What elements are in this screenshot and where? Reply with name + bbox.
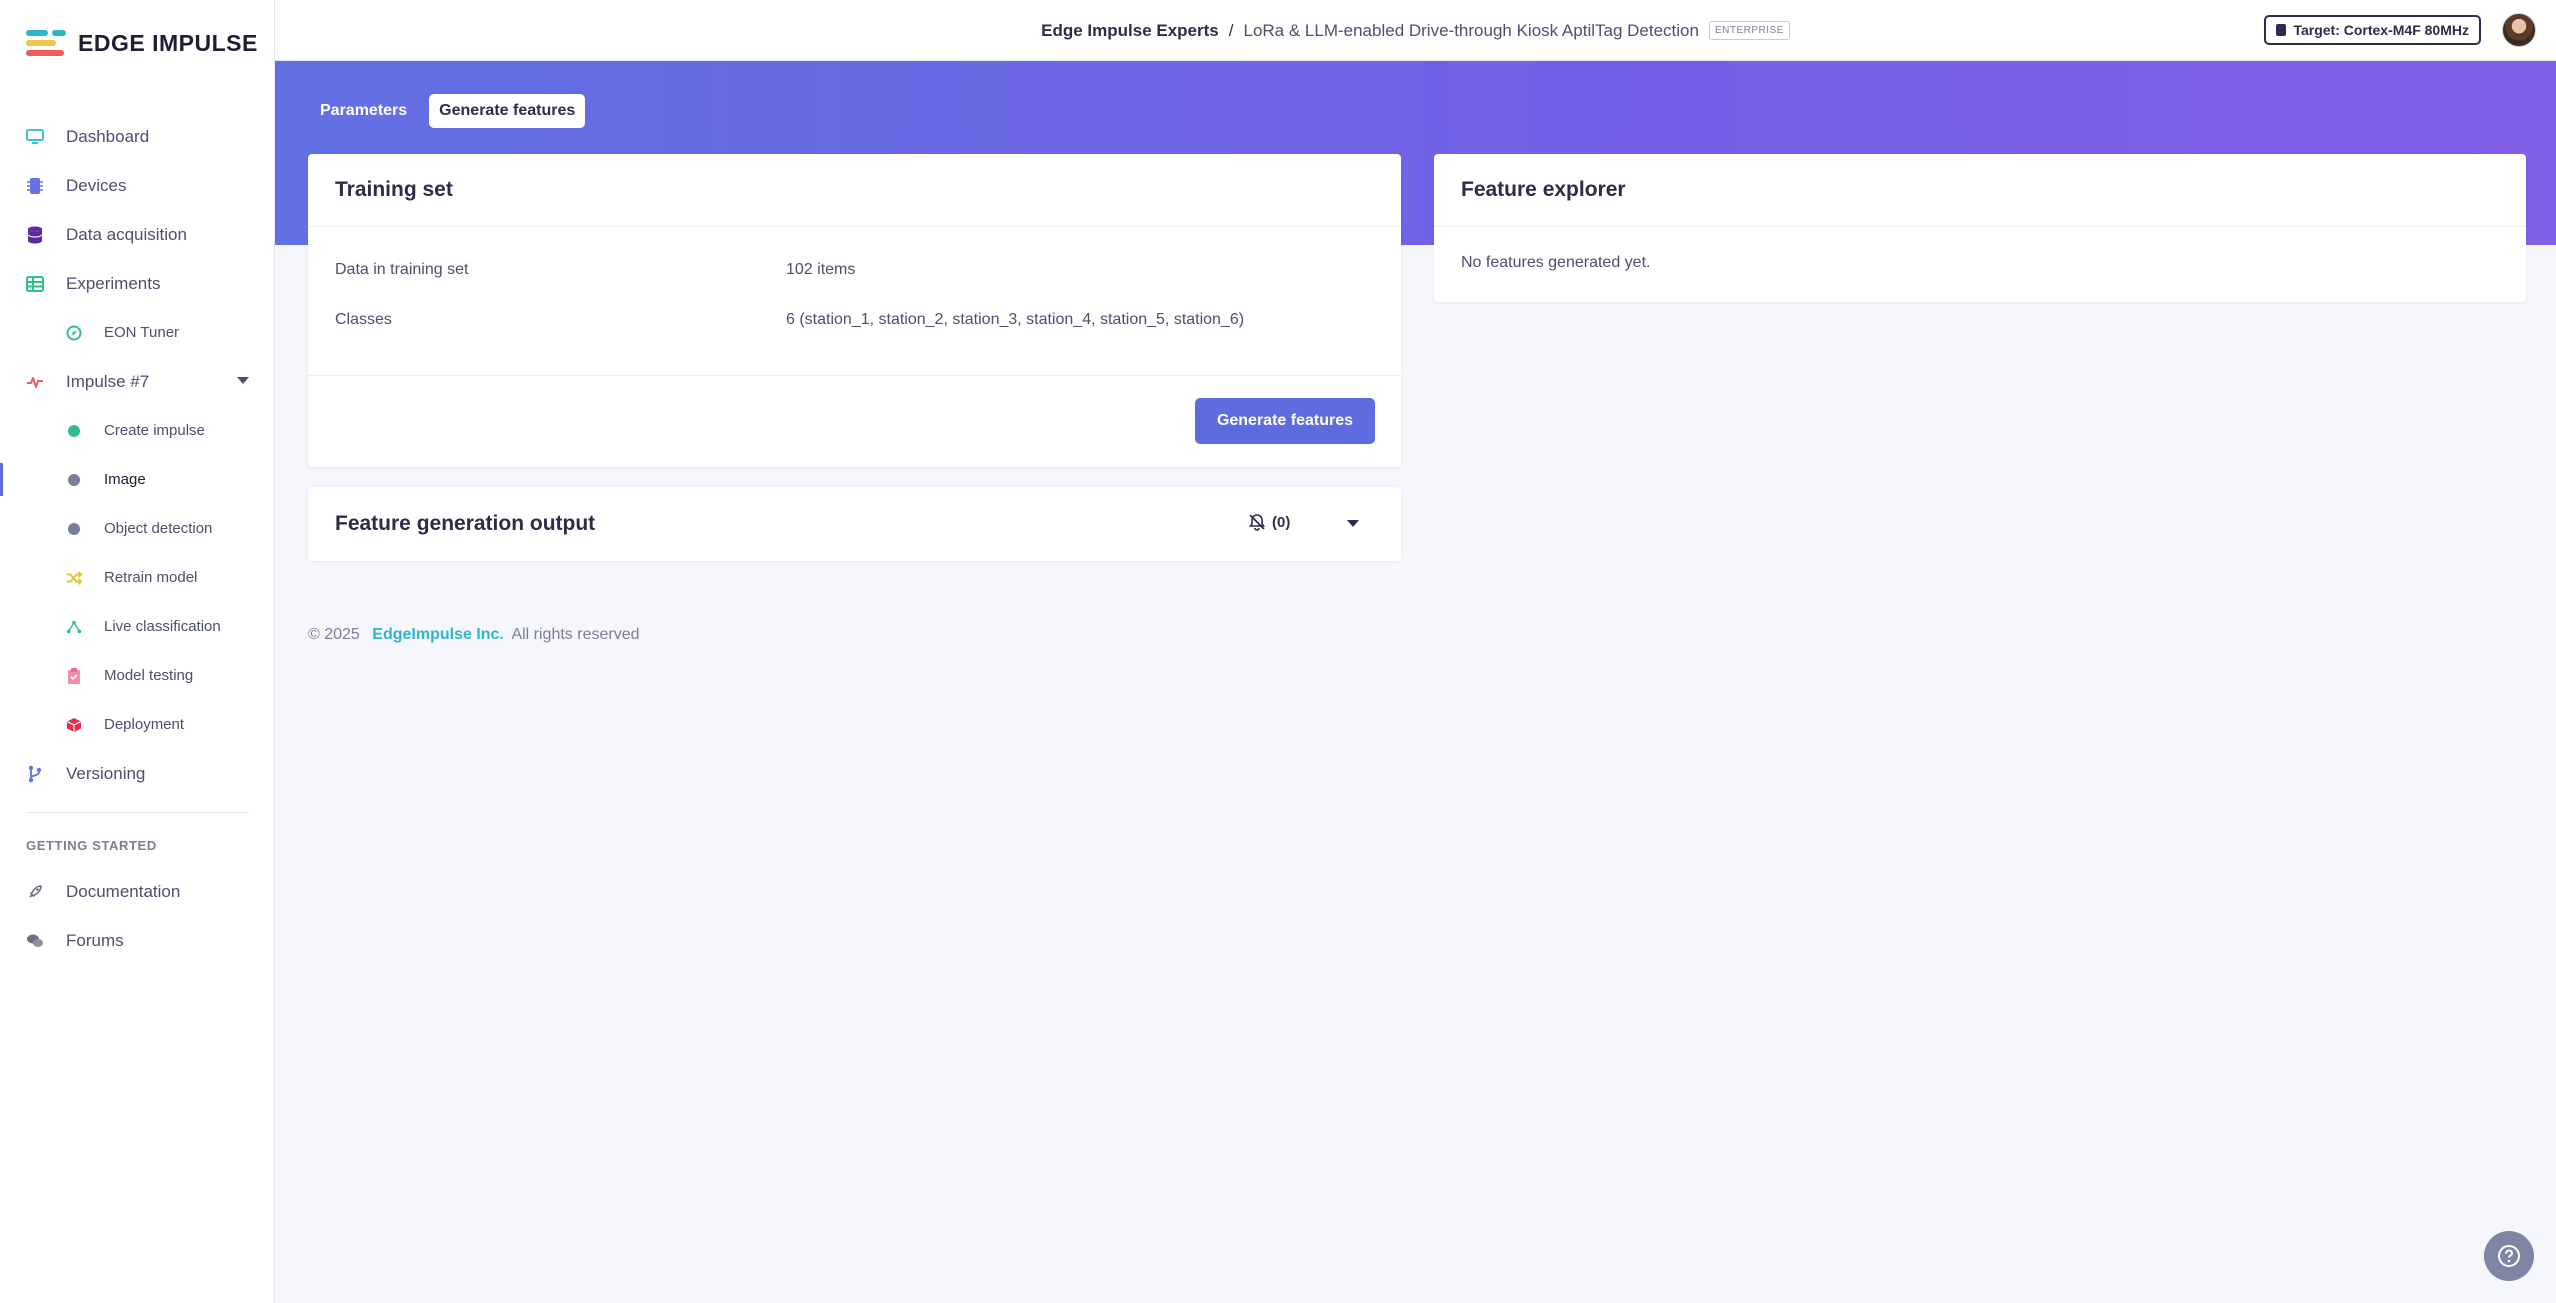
sidebar-item-experiments[interactable]: Experiments <box>0 259 275 308</box>
tab-parameters[interactable]: Parameters <box>310 94 417 128</box>
sidebar-item-label: Forums <box>66 930 124 950</box>
sidebar-item-retrain-model[interactable]: Retrain model <box>0 553 275 602</box>
breadcrumb-org[interactable]: Edge Impulse Experts <box>1041 21 1219 41</box>
footer-copyright: © 2025 <box>308 626 360 643</box>
sidebar-item-image[interactable]: Image <box>0 455 275 504</box>
feature-output-card: Feature generation output (0) <box>308 487 1401 561</box>
target-label: Target: Cortex-M4F 80MHz <box>2293 22 2469 38</box>
card-divider <box>308 375 1401 376</box>
logo[interactable]: EDGE IMPULSE <box>26 26 258 60</box>
sidebar-item-label: Image <box>104 471 146 488</box>
chevron-down-icon[interactable] <box>237 377 249 384</box>
sidebar-item-create-impulse[interactable]: Create impulse <box>0 406 275 455</box>
training-set-card: Training set Data in training set 102 it… <box>308 154 1401 467</box>
chevron-down-icon[interactable] <box>1347 520 1359 527</box>
card-title: Training set <box>308 154 1401 227</box>
sidebar-item-impulse[interactable]: Impulse #7 <box>0 357 275 406</box>
database-icon <box>26 226 44 244</box>
row-label: Classes <box>335 311 392 328</box>
branch-icon <box>26 765 44 783</box>
notifications-toggle[interactable]: (0) <box>1248 513 1290 531</box>
top-bar: Edge Impulse Experts / LoRa & LLM-enable… <box>275 0 2556 61</box>
sidebar-item-label: Impulse #7 <box>66 371 150 391</box>
sidebar-item-data-acquisition[interactable]: Data acquisition <box>0 210 275 259</box>
clipboard-icon <box>66 667 82 685</box>
dot-gray-icon <box>66 471 82 489</box>
network-icon <box>66 618 82 636</box>
monitor-icon <box>26 128 44 146</box>
sidebar-item-label: Data acquisition <box>66 224 187 244</box>
sidebar-item-label: Deployment <box>104 716 185 733</box>
chat-icon <box>26 932 44 950</box>
breadcrumb: Edge Impulse Experts / LoRa & LLM-enable… <box>275 0 2556 61</box>
sidebar-item-label: Versioning <box>66 763 146 783</box>
help-button[interactable] <box>2484 1231 2534 1281</box>
sidebar-item-documentation[interactable]: Documentation <box>0 867 275 916</box>
sidebar-item-label: Dashboard <box>66 126 150 146</box>
dot-green-icon <box>66 422 82 440</box>
sidebar: EDGE IMPULSE Dashboard Devices Data acqu… <box>0 0 275 1303</box>
sidebar-item-model-testing[interactable]: Model testing <box>0 651 275 700</box>
question-icon <box>2497 1244 2521 1268</box>
sidebar-item-live-classification[interactable]: Live classification <box>0 602 275 651</box>
dot-gray-icon <box>66 520 82 538</box>
sidebar-item-label: Experiments <box>66 273 161 293</box>
footer-company-link[interactable]: EdgeImpulse Inc. <box>372 626 504 643</box>
sidebar-item-versioning[interactable]: Versioning <box>0 749 275 798</box>
sidebar-item-label: Documentation <box>66 881 181 901</box>
sidebar-item-label: EON Tuner <box>104 324 180 341</box>
tab-bar: Parameters Generate features <box>310 94 586 128</box>
sidebar-item-devices[interactable]: Devices <box>0 161 275 210</box>
row-value: 6 (station_1, station_2, station_3, stat… <box>786 311 1245 328</box>
chip-icon <box>2276 24 2287 36</box>
box-icon <box>66 716 82 734</box>
sidebar-item-label: Create impulse <box>104 422 205 439</box>
row-value: 102 items <box>786 261 856 278</box>
sidebar-item-label: Object detection <box>104 520 213 537</box>
sidebar-item-label: Devices <box>66 175 127 195</box>
sidebar-divider <box>26 812 249 813</box>
sidebar-item-label: Live classification <box>104 618 221 635</box>
shuffle-icon <box>66 569 82 587</box>
sidebar-item-label: Retrain model <box>104 569 198 586</box>
empty-state-text: No features generated yet. <box>1461 254 1651 271</box>
logo-text: EDGE IMPULSE <box>78 29 258 56</box>
sidebar-item-deployment[interactable]: Deployment <box>0 700 275 749</box>
card-title: Feature generation output <box>335 512 596 535</box>
card-title: Feature explorer <box>1434 154 2526 227</box>
chip-icon <box>26 177 44 195</box>
bell-off-icon <box>1248 513 1266 531</box>
sidebar-item-label: Model testing <box>104 667 194 684</box>
row-label: Data in training set <box>335 261 469 278</box>
notification-count: (0) <box>1272 513 1291 531</box>
target-device-button[interactable]: Target: Cortex-M4F 80MHz <box>2264 15 2481 45</box>
footer-rights: All rights reserved <box>511 626 640 643</box>
section-label: GETTING STARTED <box>26 837 157 853</box>
sidebar-item-object-detection[interactable]: Object detection <box>0 504 275 553</box>
sidebar-item-dashboard[interactable]: Dashboard <box>0 112 275 161</box>
breadcrumb-separator: / <box>1228 20 1234 40</box>
footer: © 2025 EdgeImpulse Inc. All rights reser… <box>308 626 639 644</box>
tab-generate-features[interactable]: Generate features <box>429 94 586 128</box>
avatar[interactable] <box>2502 13 2536 47</box>
sidebar-nav: Dashboard Devices Data acquisition Exper… <box>0 112 275 965</box>
enterprise-badge: ENTERPRISE <box>1708 21 1790 40</box>
generate-features-button[interactable]: Generate features <box>1194 398 1375 444</box>
edge-impulse-logo-icon <box>26 28 66 58</box>
sidebar-item-forums[interactable]: Forums <box>0 916 275 965</box>
table-icon <box>26 275 44 293</box>
sidebar-item-eon-tuner[interactable]: EON Tuner <box>0 308 275 357</box>
compass-icon <box>66 324 82 342</box>
breadcrumb-project[interactable]: LoRa & LLM-enabled Drive-through Kiosk A… <box>1243 21 1698 41</box>
pulse-icon <box>26 373 44 391</box>
feature-explorer-card: Feature explorer No features generated y… <box>1434 154 2526 302</box>
rocket-icon <box>26 883 44 901</box>
